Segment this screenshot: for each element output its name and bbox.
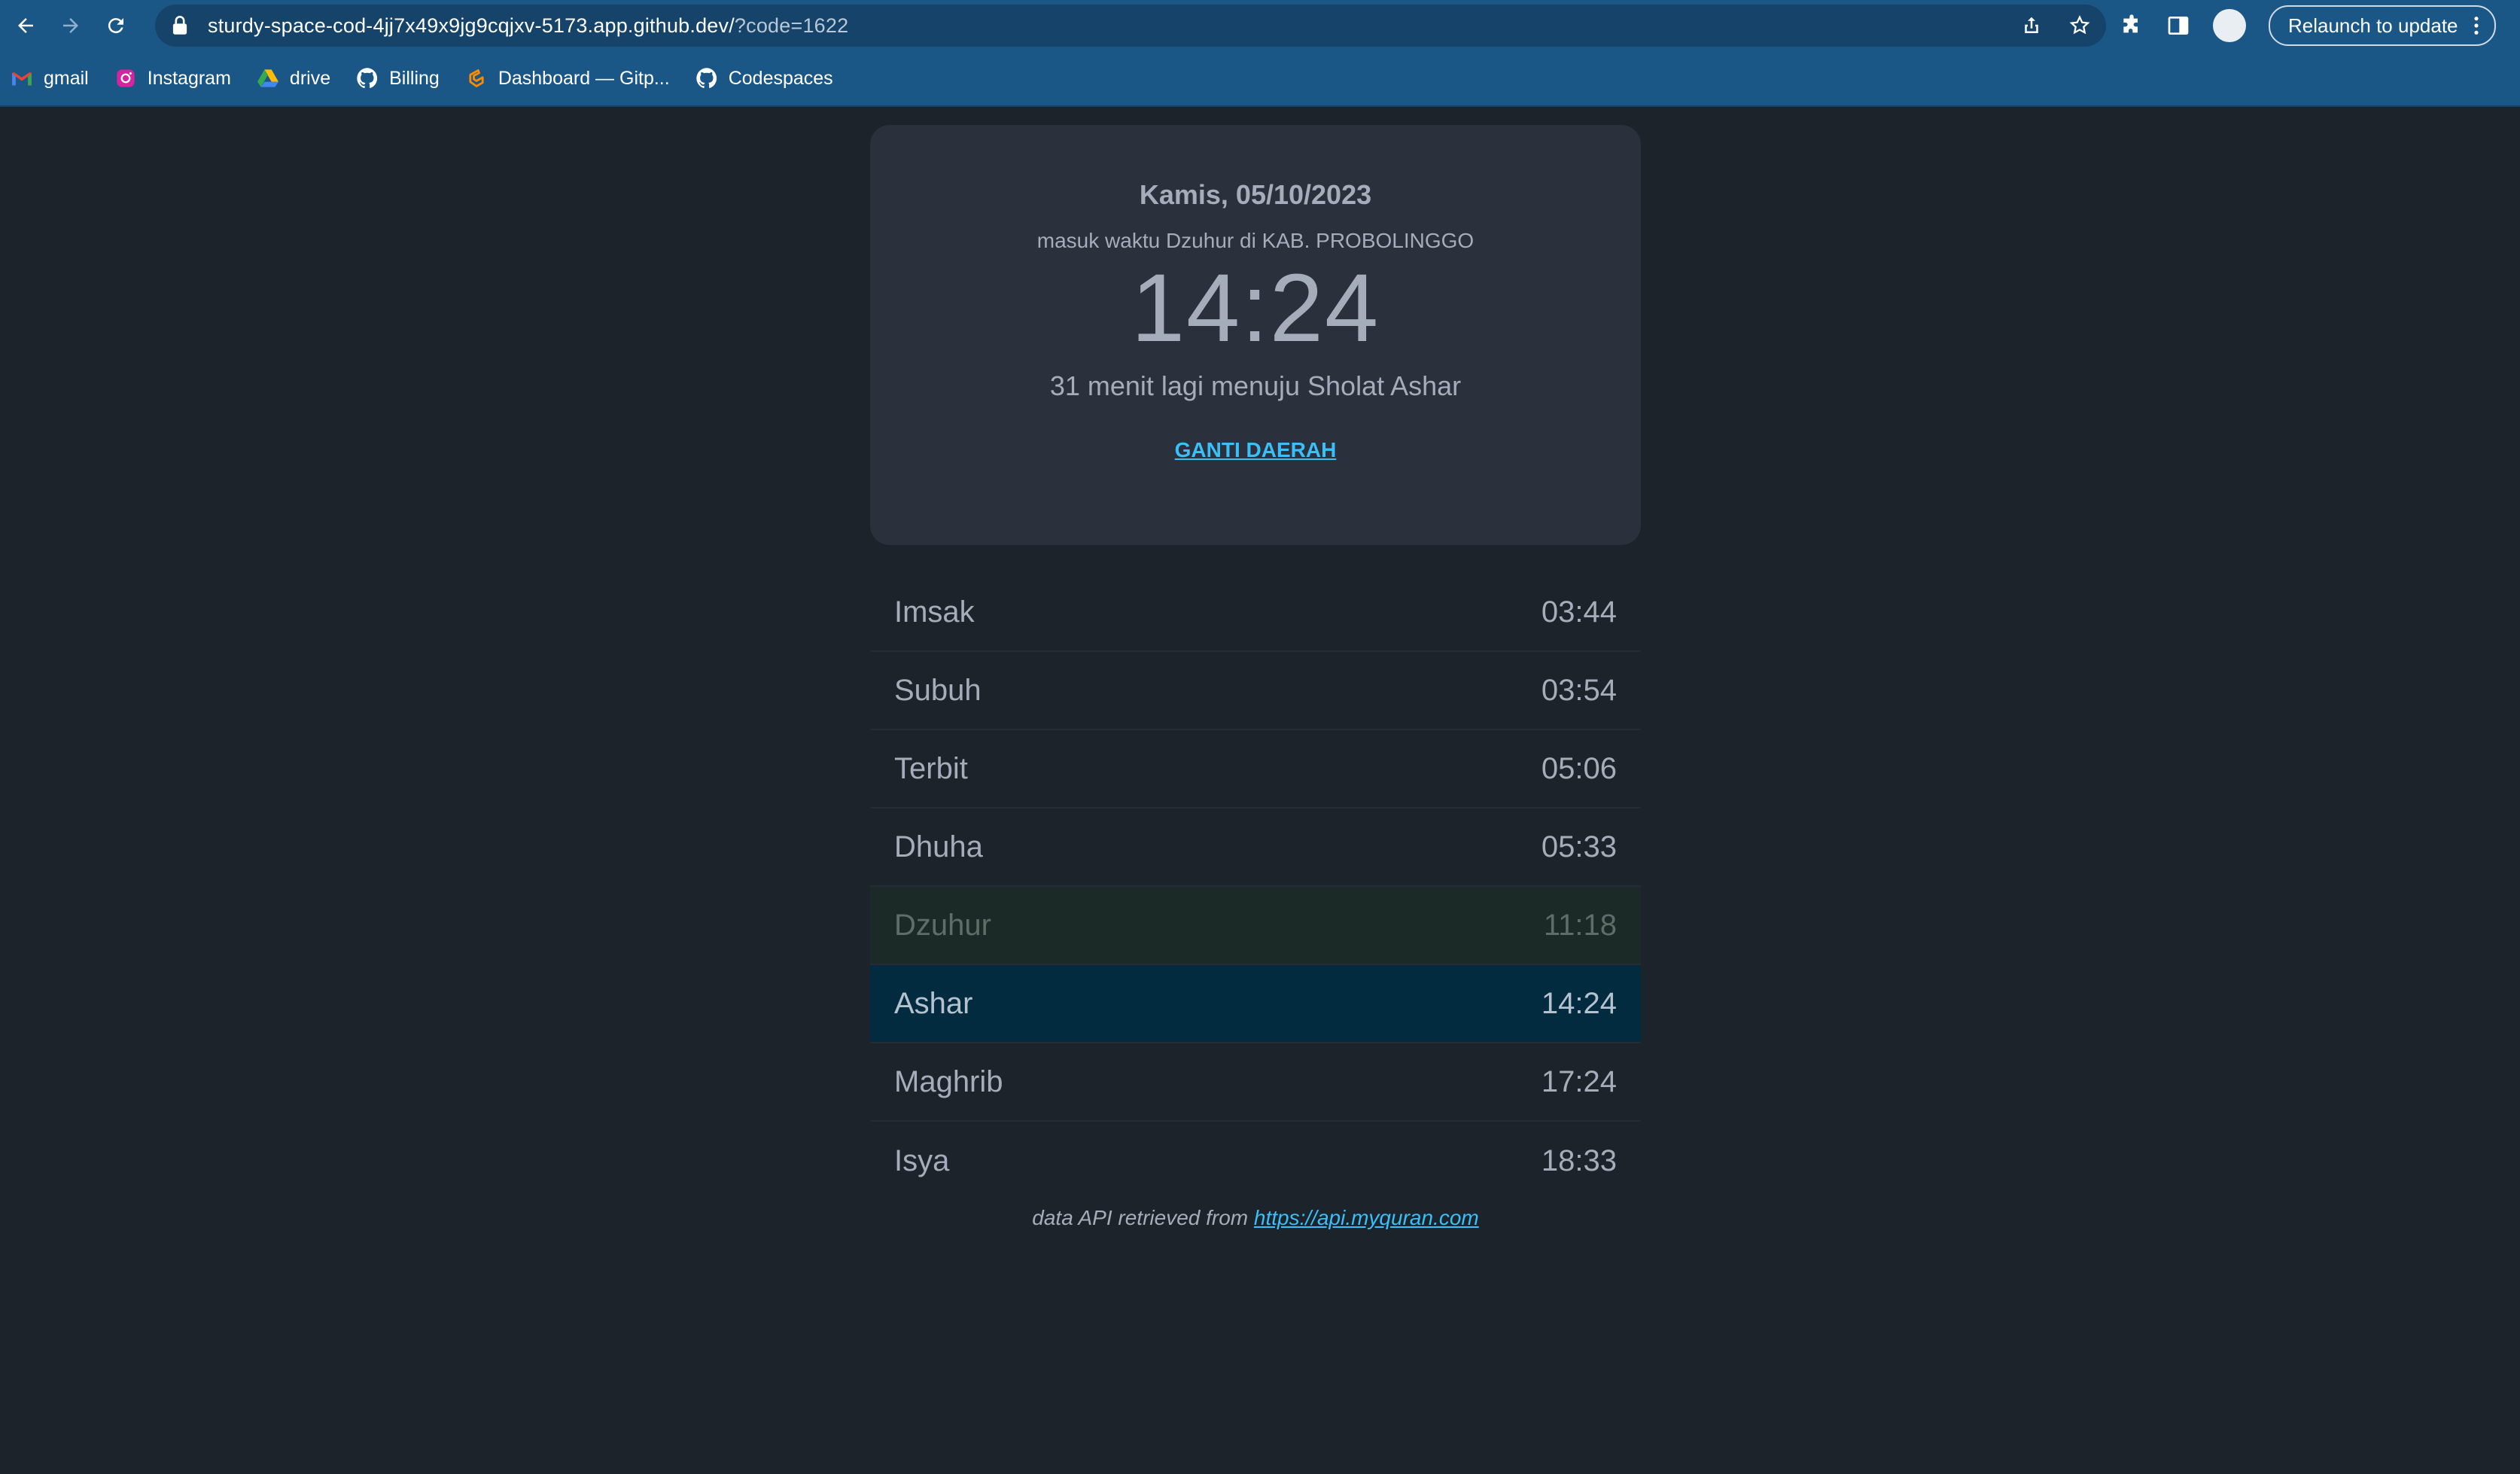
share-icon[interactable] [2020,14,2043,37]
bookmark-star-icon[interactable] [2068,14,2091,37]
prayer-time: 05:06 [1541,751,1617,785]
lock-icon [172,16,187,35]
prayer-time-card: Kamis, 05/10/2023 masuk waktu Dzuhur di … [870,125,1641,545]
bookmark-instagram[interactable]: Instagram [114,67,231,90]
bookmark-label: Billing [389,67,440,89]
prayer-name: Isya [894,1144,950,1177]
bookmark-gmail[interactable]: gmail [11,67,89,90]
prayer-name: Subuh [894,673,982,707]
schedule-row-maghrib: Maghrib 17:24 [870,1043,1641,1122]
forward-arrow-icon [63,18,78,33]
url-text: sturdy-space-cod-4jj7x49x9jg9cqjxv-5173.… [208,14,849,37]
bookmark-billing[interactable]: Billing [356,67,440,90]
api-link[interactable]: https://api.myquran.com [1254,1206,1479,1229]
side-panel-icon[interactable] [2166,14,2190,38]
bookmark-codespaces[interactable]: Codespaces [695,67,833,90]
prayer-name: Imsak [894,595,975,629]
drive-icon [257,67,279,90]
prayer-time: 05:33 [1541,830,1617,863]
current-date: Kamis, 05/10/2023 [1139,179,1372,210]
schedule-row-isya: Isya 18:33 [870,1122,1641,1200]
profile-avatar[interactable] [2213,9,2246,42]
prayer-time: 17:24 [1541,1064,1617,1098]
relaunch-label: Relaunch to update [2288,14,2458,37]
gmail-icon [11,67,33,90]
prayer-time: 03:54 [1541,673,1617,707]
bookmark-label: drive [289,67,331,89]
prayer-name: Dhuha [894,830,983,863]
schedule-row-dzuhur: Dzuhur 11:18 [870,887,1641,965]
current-clock: 14:24 [1131,254,1380,362]
back-button[interactable] [6,6,45,45]
browser-toolbar: sturdy-space-cod-4jj7x49x9jg9cqjxv-5173.… [0,0,2520,51]
prayer-time: 18:33 [1541,1144,1617,1177]
address-bar[interactable]: sturdy-space-cod-4jj7x49x9jg9cqjxv-5173.… [155,5,2106,47]
bookmarks-bar: gmail Instagram drive Billing Dashboard … [0,51,2520,107]
prayer-time: 03:44 [1541,595,1617,629]
prayer-name: Maghrib [894,1064,1003,1098]
schedule-row-ashar: Ashar 14:24 [870,965,1641,1043]
bookmark-label: Instagram [147,67,231,89]
change-region-link[interactable]: GANTI DAERAH [1175,438,1337,462]
prayer-name: Terbit [894,751,968,785]
bookmark-label: Dashboard — Gitp... [498,67,670,89]
github-icon [356,67,379,90]
api-credit-text: data API retrieved from [1032,1206,1249,1229]
schedule-row-subuh: Subuh 03:54 [870,652,1641,730]
reload-button[interactable] [96,6,135,45]
instagram-icon [114,67,137,90]
back-arrow-icon [18,18,33,33]
prayer-schedule-list: Imsak 03:44 Subuh 03:54 Terbit 05:06 Dhu… [870,574,1641,1200]
bookmark-drive[interactable]: drive [257,67,330,90]
prayer-time: 11:18 [1543,908,1617,942]
current-prayer-status: masuk waktu Dzuhur di KAB. PROBOLINGGO [1036,229,1475,252]
bookmark-label: gmail [44,67,89,89]
prayer-name: Ashar [894,986,973,1020]
extensions-puzzle-icon[interactable] [2120,14,2144,38]
page-content: Kamis, 05/10/2023 masuk waktu Dzuhur di … [0,107,2520,1474]
bookmark-gitpod-dashboard[interactable]: Dashboard — Gitp... [465,67,670,90]
schedule-row-imsak: Imsak 03:44 [870,574,1641,652]
prayer-time: 14:24 [1541,986,1617,1020]
relaunch-button[interactable]: Relaunch to update [2269,5,2496,46]
schedule-row-dhuha: Dhuha 05:33 [870,809,1641,887]
github-icon [695,67,718,90]
more-menu-icon [2473,17,2479,35]
prayer-name: Dzuhur [894,908,991,942]
reload-icon [108,18,123,34]
api-credit: data API retrieved from https://api.myqu… [870,1206,1641,1230]
schedule-row-terbit: Terbit 05:06 [870,730,1641,809]
time-remaining: 31 menit lagi menuju Sholat Ashar [1049,370,1462,401]
bookmark-label: Codespaces [728,67,833,89]
forward-button[interactable] [51,6,90,45]
gitpod-icon [465,67,488,90]
